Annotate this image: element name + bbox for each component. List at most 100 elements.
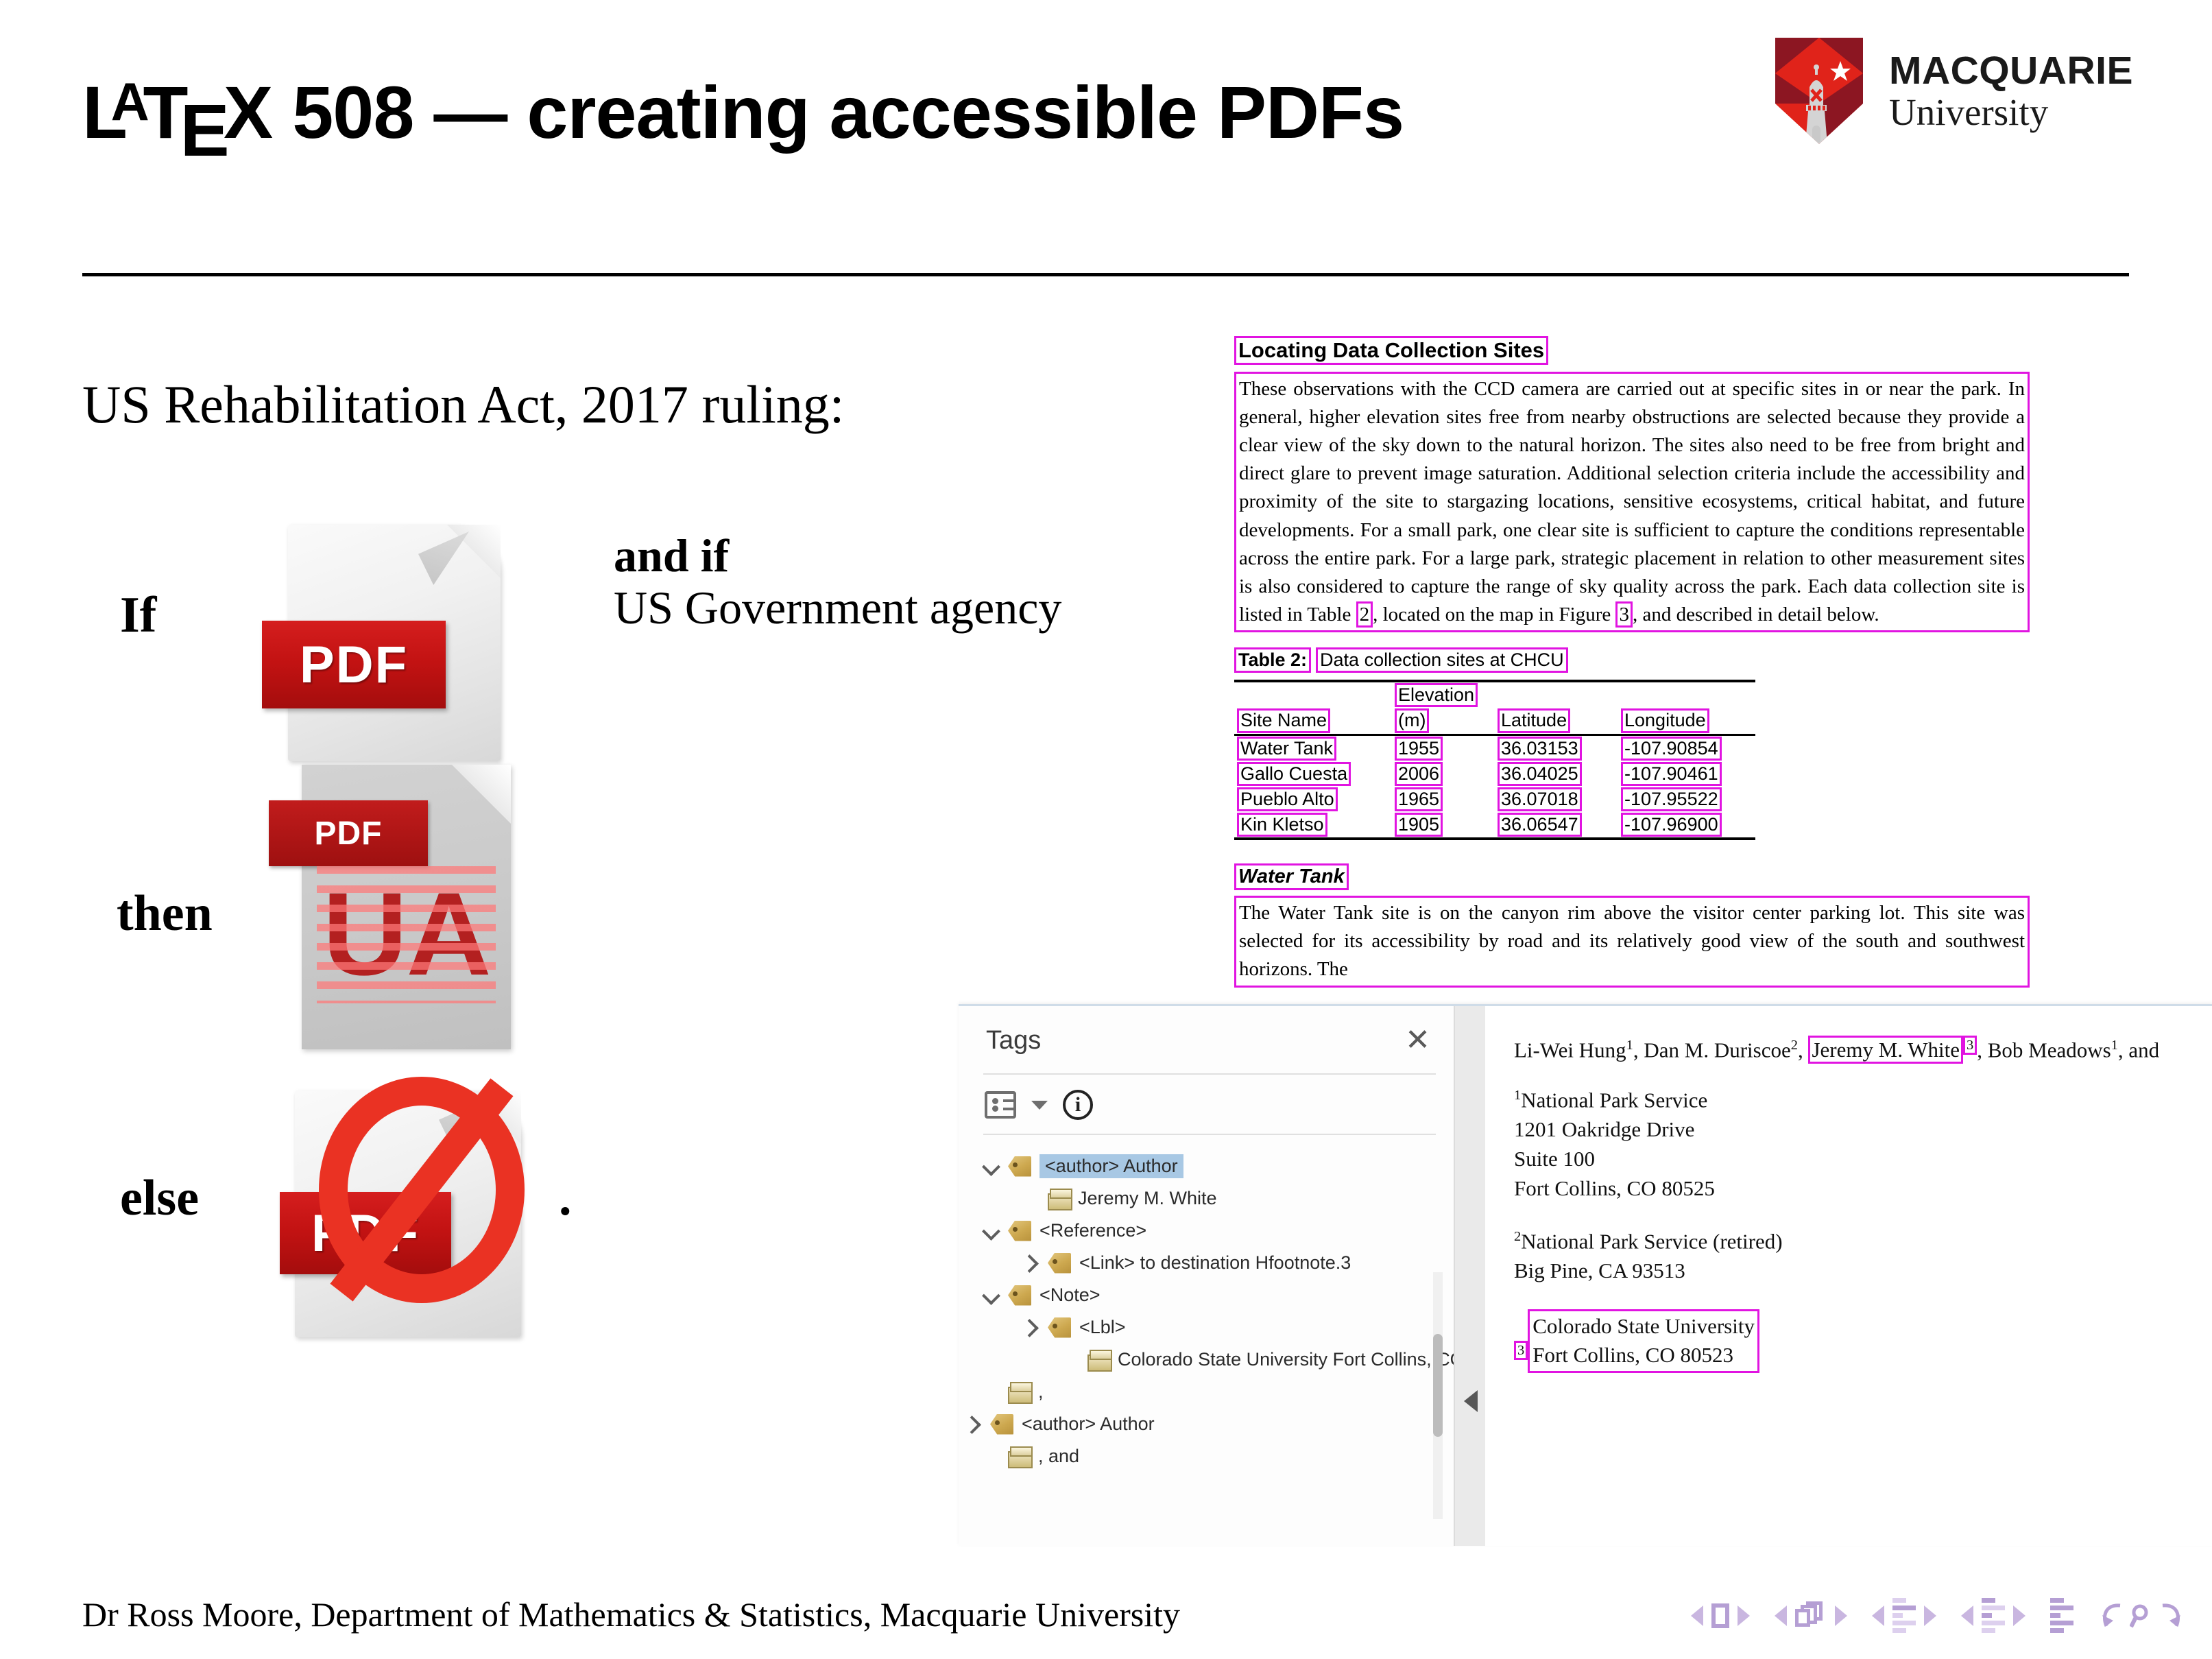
tree-item[interactable]: <author> Author [959,1150,1454,1182]
nav-subsection-group[interactable] [1872,1598,1936,1633]
document-icon[interactable] [2050,1598,2073,1633]
pdf-badge-label: PDF [300,635,408,694]
cell-site: Pueblo Alto [1237,787,1338,811]
aff-1-line-3: Suite 100 [1514,1147,1595,1171]
aff-1-line-4: Fort Collins, CO 80525 [1514,1175,1715,1200]
condition-if-label: If [120,587,157,643]
collapse-left-icon[interactable] [1464,1390,1478,1412]
tree-item[interactable]: , and [959,1440,1454,1472]
tree-item[interactable]: <author> Author [959,1408,1454,1440]
cell-site: Gallo Cuesta [1237,761,1351,786]
tree-item[interactable]: , [959,1376,1454,1408]
tree-item[interactable]: <Note> [959,1279,1454,1311]
cell-elev: 2006 [1395,761,1443,786]
spacer-icon [982,1448,1000,1466]
pdf-document-preview: Locating Data Collection Sites These obs… [1234,336,2030,988]
prev-slide-icon[interactable] [1691,1605,1703,1626]
authors-sep-2: , [1797,1038,1809,1062]
chevron-right-icon[interactable] [1022,1319,1039,1337]
author-1: Li-Wei Hung [1514,1038,1626,1062]
nav-section-group[interactable] [1961,1598,2025,1633]
next-frame-icon[interactable] [1835,1605,1847,1626]
table-row: Gallo Cuesta 2006 36.04025 -107.90461 [1234,761,1755,787]
info-icon[interactable]: i [1063,1090,1093,1120]
nav-doc-group[interactable] [2050,1598,2073,1633]
chevron-down-icon[interactable] [982,1287,1000,1304]
affiliation-3: 3Colorado State University Fort Collins, … [1514,1309,2212,1374]
content-box-icon [1048,1188,1072,1210]
chevron-down-icon[interactable] [982,1158,1000,1175]
cell-lat: 36.07018 [1498,787,1582,811]
table-row: Water Tank 1955 36.03153 -107.90854 [1234,735,1755,761]
chevron-right-icon[interactable] [964,1416,982,1433]
link-figure-3[interactable]: 3 [1615,601,1633,628]
cell-lon: -107.95522 [1621,787,1722,811]
next-slide-icon[interactable] [1738,1605,1750,1626]
prev-frame-icon[interactable] [1775,1605,1787,1626]
back-icon[interactable] [2098,1600,2126,1632]
lead-statement: US Rehabilitation Act, 2017 ruling: [82,374,845,434]
content-box-icon [1008,1381,1033,1404]
tree-item[interactable]: Jeremy M. White [959,1182,1454,1215]
shield-icon [1775,38,1863,144]
paragraph-part-2: , located on the map in Figure [1373,604,1616,626]
tree-item-label: , [1038,1381,1044,1402]
pdfua-letters: UA [322,868,491,1000]
link-table-2[interactable]: 2 [1356,601,1373,628]
chevron-down-icon[interactable] [1031,1100,1048,1110]
next-subsection-icon[interactable] [1924,1605,1936,1626]
tree-item[interactable]: Colorado State University Fort Collins, … [959,1344,1454,1376]
aff-2-line-1: National Park Service (retired) [1521,1229,1783,1254]
author-1-sup: 1 [1626,1038,1633,1053]
table-body: Water Tank 1955 36.03153 -107.90854 Gall… [1234,735,1755,841]
table-row: Kin Kletso 1905 36.06547 -107.96900 [1234,811,1755,841]
document-paragraph: These observations with the CCD camera a… [1234,371,2030,633]
nav-slide-group[interactable] [1691,1603,1750,1628]
tags-scrollbar[interactable] [1433,1272,1443,1519]
panel-splitter[interactable] [1454,1006,1485,1546]
tags-panel-title: Tags [986,1025,1042,1055]
tree-item[interactable]: <Reference> [959,1215,1454,1247]
spacer-icon [1061,1351,1079,1369]
nav-history-group[interactable] [2098,1600,2185,1632]
cell-lon: -107.90854 [1621,736,1722,761]
tree-item[interactable]: <Link> to destination Hfootnote.3 [959,1247,1454,1279]
tree-item[interactable]: <Lbl> [959,1311,1454,1344]
author-2-sup: 2 [1790,1038,1798,1053]
cell-elev: 1955 [1395,736,1443,761]
document-subheading: Water Tank [1234,863,1349,891]
subsection-icon[interactable] [1892,1598,1916,1633]
logo-wordmark: MACQUARIE University [1889,51,2133,131]
prev-section-icon[interactable] [1961,1605,1973,1626]
cell-lon: -107.96900 [1621,812,1722,837]
next-section-icon[interactable] [2013,1605,2025,1626]
tag-icon [1048,1317,1071,1338]
tag-icon [990,1414,1013,1435]
pdf-ua-file-icon: PDF UA [269,765,511,1049]
close-icon[interactable]: ✕ [1405,1025,1430,1055]
tagged-author-jeremy-white: Jeremy M. White [1808,1036,1964,1064]
document-subparagraph: The Water Tank site is on the canyon rim… [1234,896,2030,988]
cell-lat: 36.04025 [1498,761,1582,786]
tag-icon [1008,1221,1031,1241]
table-header-site-name: Site Name [1237,708,1331,733]
table-caption-text: Data collection sites at CHCU [1316,647,1568,673]
tree-item-label: <author> Author [1022,1413,1155,1434]
table-header-elevation: Elevation [1395,683,1478,708]
scrollbar-thumb[interactable] [1433,1334,1443,1437]
prev-subsection-icon[interactable] [1872,1605,1884,1626]
frame-icon[interactable] [1795,1601,1827,1630]
tag-icon [1048,1253,1071,1274]
section-icon[interactable] [1982,1598,2005,1633]
forward-icon[interactable] [2157,1600,2185,1632]
cell-lat: 36.03153 [1498,736,1582,761]
tree-item-label: <author> Author [1039,1154,1183,1178]
affiliation-1: 1National Park Service 1201 Oakridge Dri… [1514,1086,2212,1203]
chevron-right-icon[interactable] [1022,1254,1039,1272]
nav-frame-group[interactable] [1775,1601,1847,1630]
search-icon[interactable] [2129,1602,2153,1630]
chevron-down-icon[interactable] [982,1222,1000,1240]
slide-icon[interactable] [1711,1603,1729,1628]
latex-logo: LATEX [82,75,273,167]
options-list-icon[interactable] [985,1091,1016,1119]
